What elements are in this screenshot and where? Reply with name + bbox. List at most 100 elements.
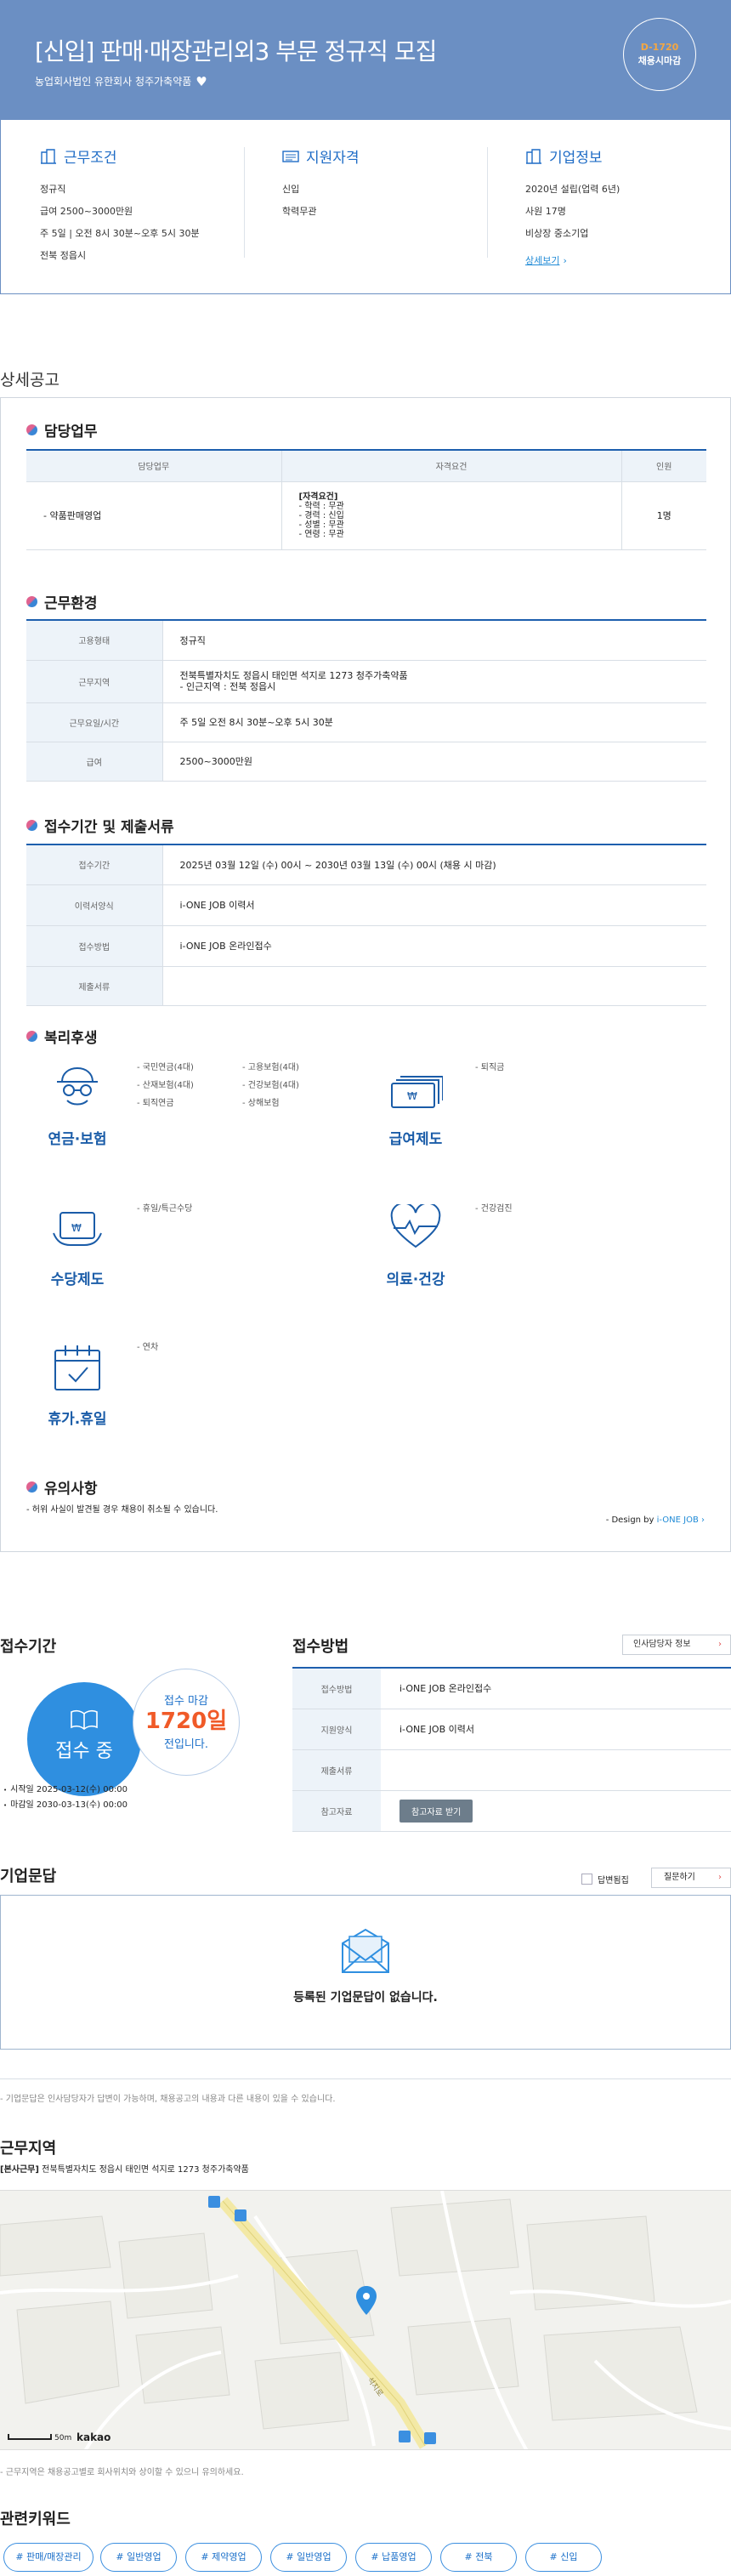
bus-stop-icon[interactable] (208, 2196, 220, 2208)
requirement-item: - 성별 : 무관 (298, 520, 344, 530)
remain-days: 1720일 (144, 1709, 228, 1734)
conditions-title: 근무조건 (64, 150, 117, 167)
qna-empty-box: 등록된 기업문답이 없습니다. (0, 1895, 731, 2050)
row-value: 전북특별자치도 정읍시 태인면 석지로 1273 청주가축약품 - 인근지역 : … (162, 660, 706, 703)
table-row: 접수기간 2025년 03월 12일 (수) 00시 ~ 2030년 03월 13… (26, 845, 706, 885)
env-heading: 근무환경 (26, 591, 98, 612)
building-icon (525, 148, 542, 164)
chevron-right-icon[interactable]: › (718, 1635, 722, 1654)
welfare-list: - 연차 (137, 1339, 158, 1356)
dday-count: D-1720 (640, 42, 679, 53)
welfare-name: 휴가.휴일 (48, 1411, 107, 1428)
keyword-tag[interactable]: # 제약영업 (185, 2543, 262, 2572)
company-name-text[interactable]: 농업회사법인 유한회사 청주가축약품 (35, 76, 191, 88)
qna-empty-text: 등록된 기업문답이 없습니다. (293, 1991, 438, 2005)
chevron-right-icon[interactable]: › (563, 255, 566, 266)
welfare-entry: - 국민연금(4대) (137, 1063, 194, 1072)
row-label: 참고자료 (292, 1790, 381, 1832)
requirement-item: - 경력 : 신입 (298, 510, 344, 520)
contact-button[interactable]: 인사담당자 정보 › (622, 1635, 731, 1655)
company-info-column: 기업정보 2020년 설립(업력 6년) 사원 17명 비상장 중소기업 상세보… (525, 145, 731, 277)
answered-filter-label[interactable]: 답변됨집 (598, 1873, 629, 1885)
row-label: 근무지역 (26, 660, 163, 703)
design-credit-link[interactable]: i-ONE JOB › (657, 1515, 705, 1525)
ask-button[interactable]: 질문하기 › (651, 1868, 731, 1888)
row-value (381, 1749, 731, 1791)
detail-content: 담당업무 담당업무 자격요건 인원 - 약품판매영업 [자격요건] - 학력 : 무… (0, 397, 731, 1552)
row-label: 제출서류 (26, 966, 163, 1006)
keyword-tag[interactable]: # 납품영업 (355, 2543, 432, 2572)
bullet-dot-icon (26, 820, 37, 831)
bullet-dot-icon (26, 1031, 37, 1042)
location-note: - 근무지역은 채용공고별로 회사위치와 상이할 수 있으니 유의하세요. (0, 2468, 244, 2477)
qualification-item: 학력무관 (282, 206, 317, 217)
answered-filter[interactable]: 답변됨집 (581, 1873, 629, 1885)
company-item: 2020년 설립(업력 6년) (525, 184, 620, 195)
start-date: 시작일 2025-03-12(수) 00:00 (10, 1785, 128, 1794)
notice-text: - 허위 사실이 발견될 경우 채용이 취소될 수 있습니다. (26, 1505, 218, 1515)
remain-label: 접수 마감 (164, 1695, 208, 1708)
row-value: 참고자료 받기 (381, 1790, 731, 1832)
col-header: 자격요건 (281, 451, 622, 482)
welfare-list: - 휴일/특근수당 (137, 1200, 192, 1218)
download-reference-button[interactable]: 참고자료 받기 (400, 1799, 473, 1823)
design-credit: - Design by i-ONE JOB › (606, 1515, 705, 1525)
period-title: 접수기간 (0, 1638, 57, 1656)
ask-button-label[interactable]: 질문하기 (664, 1873, 695, 1882)
env-table: 고용형태 정규직 근무지역 전북특별자치도 정읍시 태인면 석지로 1273 청주가… (26, 621, 706, 782)
welfare-entry: - 퇴직연금 (137, 1099, 174, 1108)
keyword-tag[interactable]: # 전북 (440, 2543, 517, 2572)
row-label: 제출서류 (292, 1749, 381, 1791)
env-title: 근무환경 (44, 595, 98, 612)
table-row: 지원양식 i-ONE JOB 이력서 (292, 1709, 731, 1750)
welfare-name: 수당제도 (50, 1271, 105, 1288)
company-name[interactable]: 농업회사법인 유한회사 청주가축약품 ♥ (35, 74, 207, 89)
nearby-text: - 인근지역 : 전북 정읍시 (179, 681, 276, 692)
conditions-column: 근무조건 정규직 급여 2500~3000만원 주 5일 | 오전 8시 30분… (40, 145, 252, 272)
company-detail-link[interactable]: 상세보기 (525, 255, 559, 266)
svg-text:₩: ₩ (407, 1090, 417, 1102)
divider (244, 147, 245, 258)
table-row: 접수방법 i-ONE JOB 온라인접수 (292, 1668, 731, 1709)
keyword-tag[interactable]: # 판매/매장관리 (3, 2543, 94, 2572)
bus-stop-icon[interactable] (399, 2431, 411, 2442)
bus-stop-icon[interactable] (424, 2432, 436, 2444)
end-date: 마감일 2030-03-13(수) 00:00 (10, 1800, 128, 1810)
row-value: i-ONE JOB 온라인접수 (381, 1668, 731, 1709)
method-title: 접수방법 (292, 1638, 349, 1656)
notice-title: 유의사항 (44, 1481, 98, 1498)
keyword-tag[interactable]: # 일반영업 (270, 2543, 347, 2572)
map[interactable]: 석지로 50m kakao (0, 2190, 731, 2450)
row-value: 2025년 03월 12일 (수) 00시 ~ 2030년 03월 13일 (수… (162, 845, 706, 885)
welfare-name: 의료·건강 (386, 1271, 445, 1288)
checkbox[interactable] (581, 1874, 592, 1885)
job-summary-card: [신입] 판매·매장관리외3 부문 정규직 모집 농업회사법인 유한회사 청주가… (0, 0, 731, 294)
keyword-tag[interactable]: # 신입 (525, 2543, 602, 2572)
condition-item: 주 5일 | 오전 8시 30분~오후 5시 30분 (40, 228, 200, 239)
map-scale-label: 50m (54, 2434, 71, 2442)
bus-stop-icon[interactable] (235, 2209, 246, 2221)
map-canvas[interactable]: 석지로 50m kakao (0, 2191, 731, 2450)
welfare-entry: - 고용보험(4대) (242, 1063, 299, 1072)
heart-icon[interactable]: ♥ (196, 74, 207, 89)
welfare-list: - 고용보험(4대) - 건강보험(4대) - 상해보험 (242, 1059, 299, 1112)
duties-title: 담당업무 (44, 424, 98, 441)
table-row: - 약품판매영업 [자격요건] - 학력 : 무관 - 경력 : 신입 - 성별… (26, 481, 706, 550)
qna-title: 기업문답 (0, 1868, 57, 1885)
col-header: 담당업무 (26, 451, 282, 482)
table-row: 고용형태 정규직 (26, 621, 706, 661)
welfare-name: 연금·보험 (48, 1131, 107, 1148)
qna-note: - 기업문답은 인사담당자가 답변이 가능하며, 채용공고의 내용과 다른 내용… (0, 2095, 336, 2104)
contact-button-label[interactable]: 인사담당자 정보 (633, 1640, 691, 1649)
row-value: 2500~3000만원 (162, 742, 706, 782)
allowance-icon: ₩ (50, 1204, 105, 1254)
remain-circle: 접수 마감 1720일 전입니다. (133, 1669, 240, 1776)
welfare-entry: - 휴일/특근수당 (137, 1204, 193, 1214)
keyword-tag[interactable]: # 일반영업 (100, 2543, 177, 2572)
company-item: 사원 17명 (525, 206, 566, 217)
chevron-right-icon[interactable]: › (718, 1868, 722, 1887)
location-address-text: 전북특별자치도 정읍시 태인면 석지로 1273 청주가축약품 (42, 2165, 249, 2175)
duties-heading: 담당업무 (26, 419, 98, 441)
status-text: 접수 중 (55, 1741, 113, 1762)
table-row: 접수방법 i-ONE JOB 온라인접수 (26, 925, 706, 967)
